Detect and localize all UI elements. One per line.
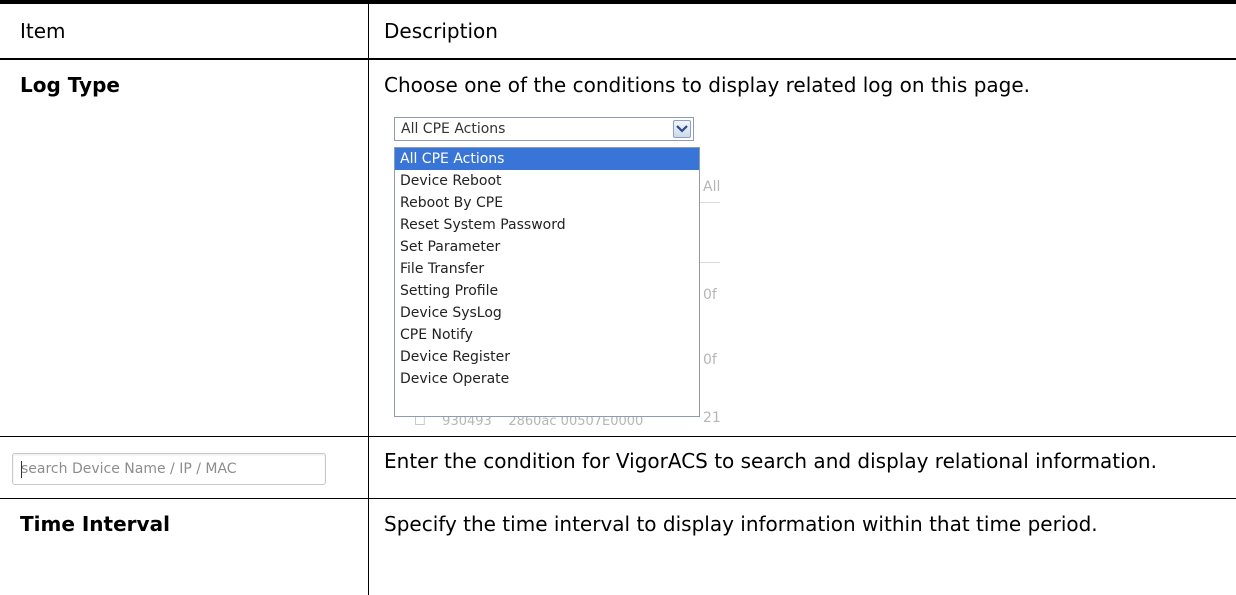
background-text: 0f [703, 287, 717, 303]
search-device-input[interactable] [21, 455, 317, 483]
dropdown-option[interactable]: Device Register [395, 346, 699, 368]
log-type-dropdown-screenshot: All 0f 0f 21 ☐ 930493 2860ac 00507E0000 … [390, 112, 810, 427]
description-log-type: Choose one of the conditions to display … [384, 73, 1031, 97]
description-search: Enter the condition for VigorACS to sear… [384, 449, 1157, 473]
row-divider [0, 498, 1236, 499]
header-item: Item [20, 19, 66, 43]
background-text: 0f [703, 352, 717, 368]
search-device-field[interactable] [12, 453, 326, 485]
dropdown-option[interactable]: Setting Profile [395, 280, 699, 302]
log-type-options-list: All CPE Actions Device Reboot Reboot By CP… [394, 147, 700, 417]
background-text: All [703, 179, 721, 195]
dropdown-option[interactable]: All CPE Actions [395, 148, 699, 170]
table-top-border [0, 0, 1236, 4]
description-table: Item Description Log Type Choose one of … [0, 0, 1236, 595]
column-divider [368, 4, 369, 595]
log-type-selected-value: All CPE Actions [401, 121, 506, 137]
dropdown-option[interactable]: Device Reboot [395, 170, 699, 192]
description-time-interval: Specify the time interval to display inf… [384, 512, 1098, 536]
dropdown-option[interactable]: File Transfer [395, 258, 699, 280]
dropdown-option[interactable]: CPE Notify [395, 324, 699, 346]
background-text: 21 [703, 410, 721, 426]
dropdown-option[interactable]: Device SysLog [395, 302, 699, 324]
header-divider [0, 58, 1236, 60]
background-line [700, 262, 720, 263]
dropdown-option[interactable]: Reboot By CPE [395, 192, 699, 214]
text-cursor [21, 461, 22, 478]
log-type-select[interactable]: All CPE Actions [394, 117, 694, 141]
background-line [700, 202, 720, 203]
row-divider [0, 436, 1236, 437]
dropdown-option[interactable]: Device Operate [395, 368, 699, 390]
chevron-down-icon[interactable] [673, 120, 691, 138]
item-time-interval: Time Interval [20, 512, 170, 536]
dropdown-option[interactable]: Set Parameter [395, 236, 699, 258]
dropdown-option[interactable]: Reset System Password [395, 214, 699, 236]
item-log-type: Log Type [20, 73, 120, 97]
header-description: Description [384, 19, 498, 43]
